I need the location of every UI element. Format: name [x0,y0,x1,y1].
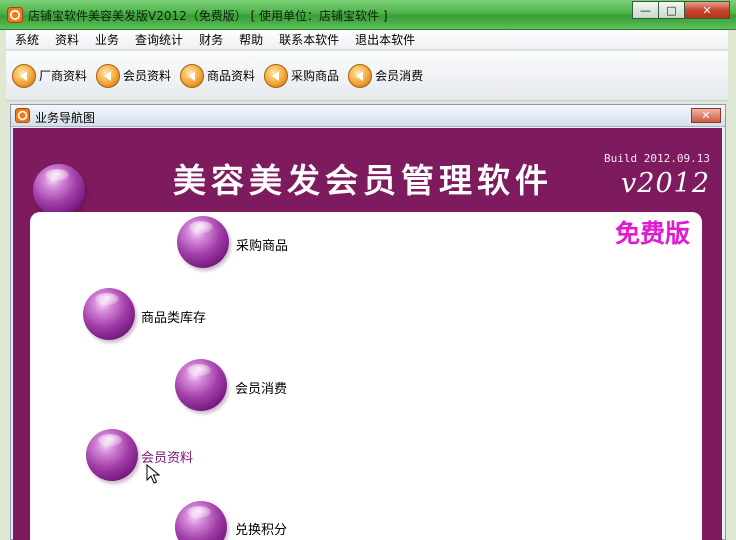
app-icon [7,7,23,23]
window-title-bar: 店铺宝软件美容美发版V2012（免费版） [ 使用单位：店铺宝软件 ] — □ … [0,0,736,30]
nav-item-points[interactable]: 兑换积分 [235,519,287,538]
toolbar-purchase-button[interactable]: 采购商品 [264,61,339,91]
maximize-button[interactable]: □ [658,1,685,19]
edition-label: 免费版 [614,219,690,248]
toolbar-product-button[interactable]: 商品资料 [180,61,255,91]
orange-arrow-icon [264,63,289,88]
menu-exit[interactable]: 退出本软件 [347,30,423,50]
toolbar-consume-button[interactable]: 会员消费 [348,61,423,91]
menu-reports[interactable]: 查询统计 [127,30,191,50]
menu-business[interactable]: 业务 [87,30,127,50]
build-label: Build 2012.09.13 [604,152,710,165]
window-title: 店铺宝软件美容美发版V2012（免费版） [ 使用单位：店铺宝软件 ] [28,9,388,23]
nav-child-window: 业务导航图 ✕ 美容美发会员管理软件 Build 2012.09.13 v201… [10,104,726,540]
app-icon [15,108,30,123]
menu-data[interactable]: 资料 [47,30,87,50]
purchase-orb-icon[interactable] [177,216,229,268]
minimize-button[interactable]: — [632,1,659,19]
nav-item-inventory[interactable]: 商品类库存 [141,307,206,326]
toolbar-supplier-button[interactable]: 厂商资料 [12,61,87,91]
menu-system[interactable]: 系统 [6,30,47,50]
menu-contact[interactable]: 联系本软件 [271,30,347,50]
orange-arrow-icon [348,63,373,88]
business-nav-panel: 美容美发会员管理软件 Build 2012.09.13 v2012 免费版 采购… [13,128,722,540]
consume-orb-icon[interactable] [175,359,227,411]
nav-item-purchase[interactable]: 采购商品 [236,235,288,254]
menu-bar: 系统 资料 业务 查询统计 财务 帮助 联系本软件 退出本软件 [6,30,728,50]
orange-arrow-icon [96,63,121,88]
child-window-title-bar: 业务导航图 ✕ [11,105,725,127]
close-button[interactable]: ✕ [684,1,730,19]
child-window-title: 业务导航图 [35,111,96,125]
menu-help[interactable]: 帮助 [231,30,271,50]
toolbar-label: 厂商资料 [39,69,88,83]
nav-content-area: 免费版 采购商品 商品类库存 会员消费 会员资料 兑换积分 [30,212,702,540]
banner-title: 美容美发会员管理软件 [173,161,553,200]
toolbar-member-button[interactable]: 会员资料 [96,61,171,91]
toolbar-label: 会员资料 [123,69,172,83]
nav-item-consume[interactable]: 会员消费 [235,378,287,397]
version-label: v2012 [621,168,710,199]
child-close-button[interactable]: ✕ [691,108,721,123]
member-orb-icon[interactable] [86,429,138,481]
mouse-cursor-icon [146,464,160,484]
banner-orb-icon [33,164,85,216]
inventory-orb-icon[interactable] [83,288,135,340]
toolbar-label: 采购商品 [291,69,340,83]
window-controls: — □ ✕ [632,1,730,19]
toolbar-label: 会员消费 [375,69,424,83]
menu-finance[interactable]: 财务 [191,30,231,50]
orange-arrow-icon [180,63,205,88]
toolbar-label: 商品资料 [207,69,256,83]
toolbar: 厂商资料 会员资料 商品资料 采购商品 会员消费 [6,51,728,101]
points-orb-icon[interactable] [175,501,227,540]
orange-arrow-icon [12,63,36,88]
